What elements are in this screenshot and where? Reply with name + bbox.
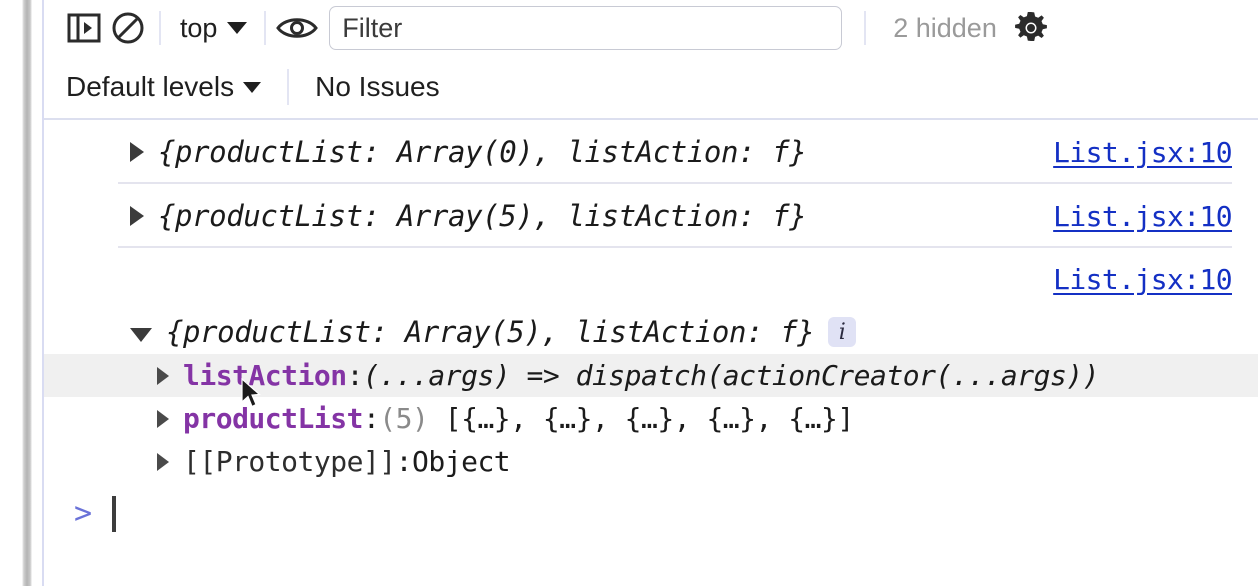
toolbar-divider-3 (864, 11, 867, 45)
info-badge[interactable]: i (828, 317, 857, 347)
issues-status: No Issues (315, 71, 440, 102)
property-key: productList (183, 402, 363, 435)
source-location-link[interactable]: List.jsx:10 (1053, 200, 1258, 233)
object-property-row[interactable]: [[Prototype]]: Object (44, 440, 1258, 483)
property-separator: : (362, 402, 380, 435)
filter-input[interactable]: Filter (329, 6, 843, 50)
triangle-down-icon[interactable] (130, 328, 152, 342)
console-message-expanded-header[interactable]: {productList: Array(5), listAction: f} i (44, 310, 1258, 354)
property-value: (...args) => dispatch(actionCreator(...a… (362, 359, 1100, 392)
console-message-row[interactable]: {productList: Array(5), listAction: f} L… (44, 184, 1258, 248)
prompt-chevron-icon: > (74, 496, 93, 531)
console-filter-toolbar: Default levels No Issues (44, 56, 1258, 118)
devtools-console-panel: top Filter 2 hidden Default levels No Is… (0, 0, 1258, 586)
chevron-down-icon (227, 22, 248, 34)
page-scrollbar[interactable] (22, 0, 32, 586)
triangle-right-icon[interactable] (130, 206, 144, 226)
property-separator: : (346, 359, 364, 392)
gear-icon[interactable] (1005, 4, 1057, 52)
console-message-content[interactable]: {productList: Array(0), listAction: f} (44, 135, 1053, 169)
console-message-list: {productList: Array(0), listAction: f} L… (44, 120, 1258, 586)
chevron-down-icon (243, 81, 262, 93)
triangle-right-icon[interactable] (157, 409, 169, 428)
triangle-right-icon[interactable] (157, 366, 169, 385)
property-value-text: [{…}, {…}, {…}, {…}, {…}] (444, 402, 854, 435)
console-toolbar: top Filter 2 hidden (44, 0, 1258, 56)
text-caret (112, 496, 117, 532)
clear-console-icon[interactable] (106, 6, 150, 50)
console-message-content[interactable]: {productList: Array(5), listAction: f} (44, 199, 1053, 233)
array-length: (5) (379, 402, 429, 435)
property-value (428, 402, 444, 435)
property-key: [[Prototype]] (183, 445, 396, 478)
execution-context-label: top (180, 12, 218, 43)
console-message-content[interactable]: {productList: Array(5), listAction: f} i (44, 315, 1258, 349)
triangle-right-icon[interactable] (130, 142, 144, 162)
toolbar-divider-1 (159, 11, 161, 45)
hidden-messages-count: 2 hidden (893, 12, 997, 43)
filter-placeholder: Filter (342, 12, 403, 43)
property-value: Object (412, 445, 511, 478)
panel-toggle-icon[interactable] (62, 6, 106, 50)
source-location-link[interactable]: List.jsx:10 (1053, 136, 1258, 169)
toolbar-divider-4 (287, 69, 290, 105)
console-message-row[interactable]: {productList: Array(0), listAction: f} L… (44, 120, 1258, 184)
toolbar-divider-2 (264, 11, 267, 45)
source-location-link[interactable]: List.jsx:10 (1053, 263, 1258, 296)
window-left-gutter (0, 0, 43, 586)
property-key: listAction (183, 359, 347, 392)
console-container: top Filter 2 hidden Default levels No Is… (44, 0, 1258, 586)
console-message-row[interactable]: List.jsx:10 (44, 248, 1258, 310)
log-levels-label: Default levels (66, 71, 235, 102)
object-preview: {productList: Array(0), listAction: f} (158, 135, 807, 169)
object-property-row[interactable]: productList: (5) [{…}, {…}, {…}, {…}, {…… (44, 397, 1258, 440)
triangle-right-icon[interactable] (157, 452, 169, 471)
console-prompt-row[interactable]: > (44, 483, 1258, 545)
property-separator: : (395, 445, 413, 478)
object-preview: {productList: Array(5), listAction: f} (166, 315, 815, 349)
execution-context-selector[interactable]: top (170, 8, 255, 48)
log-levels-selector[interactable]: Default levels (66, 71, 262, 103)
eye-icon[interactable] (275, 6, 319, 50)
object-preview: {productList: Array(5), listAction: f} (158, 199, 807, 233)
object-property-row[interactable]: listAction: (...args) => dispatch(action… (44, 354, 1258, 397)
